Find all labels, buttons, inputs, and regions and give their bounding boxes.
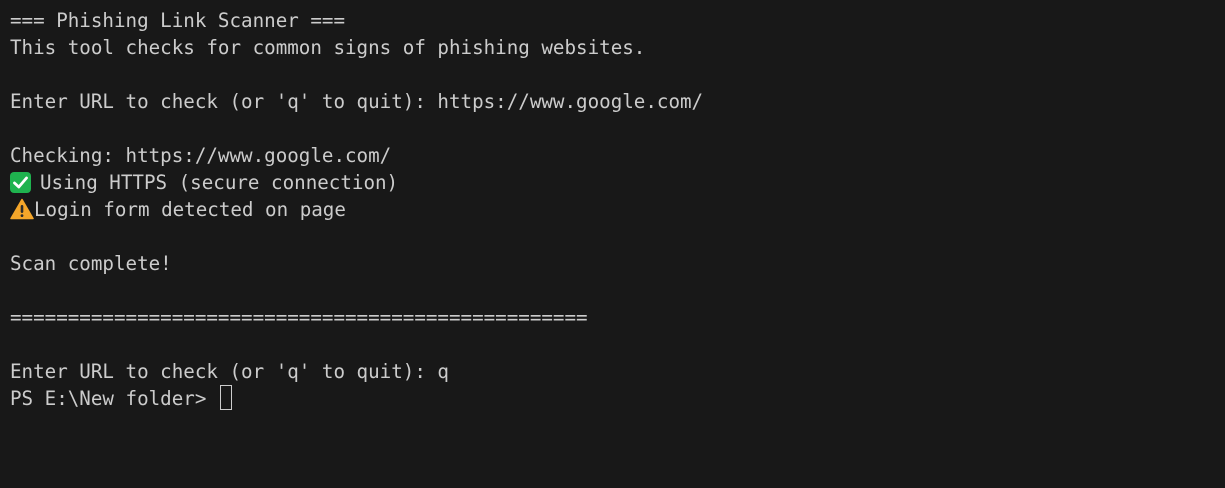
shell-prompt-text: PS E:\New folder> (10, 387, 218, 410)
separator-line: ========================================… (10, 306, 588, 329)
check-mark-button-icon (10, 172, 31, 193)
text-cursor[interactable] (219, 385, 232, 410)
quit-prompt-line: Enter URL to check (or 'q' to quit): q (10, 360, 449, 383)
warning-icon (10, 198, 34, 220)
shell-prompt-line[interactable]: PS E:\New folder> (10, 385, 1225, 412)
https-result-text: Using HTTPS (secure connection) (40, 171, 399, 194)
login-warning-line: Login form detected on page (10, 196, 1225, 223)
https-result-line: Using HTTPS (secure connection) (10, 169, 1225, 196)
url-prompt-line: Enter URL to check (or 'q' to quit): htt… (10, 90, 704, 113)
checking-line: Checking: https://www.google.com/ (10, 144, 392, 167)
banner-line: === Phishing Link Scanner === (10, 9, 346, 32)
terminal-window[interactable]: === Phishing Link Scanner === This tool … (0, 0, 1225, 488)
scan-complete-line: Scan complete! (10, 252, 172, 275)
login-warning-text: Login form detected on page (34, 198, 346, 221)
description-line: This tool checks for common signs of phi… (10, 36, 646, 59)
